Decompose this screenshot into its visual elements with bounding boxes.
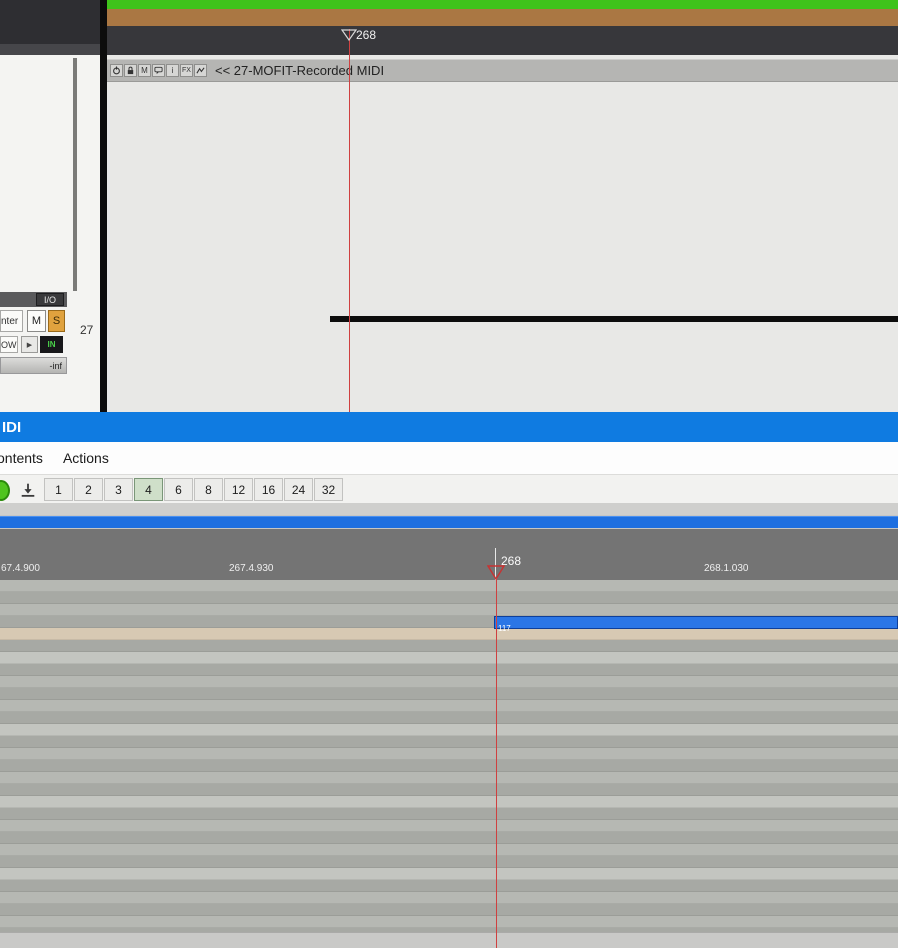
ruler-label-right: 268.1.030	[704, 563, 749, 574]
route-label: nter	[0, 310, 23, 332]
mute-icon[interactable]: M	[138, 64, 151, 77]
track-number: 27	[80, 323, 94, 337]
piano-row	[0, 856, 898, 868]
piano-roll-grid[interactable]: 117	[0, 580, 898, 932]
piano-row	[0, 676, 898, 688]
notes-icon[interactable]	[152, 64, 165, 77]
power-icon[interactable]	[110, 64, 123, 77]
piano-row	[0, 640, 898, 652]
division-button-1[interactable]: 1	[44, 478, 73, 501]
piano-row	[0, 736, 898, 748]
piano-row	[0, 760, 898, 772]
fx-icon[interactable]: FX	[180, 64, 193, 77]
media-item-strip-brown[interactable]	[107, 9, 898, 26]
division-button-4[interactable]: 4	[134, 478, 163, 501]
ruler-label-left: 67.4.900	[1, 563, 40, 574]
division-button-6[interactable]: 6	[164, 478, 193, 501]
arrange-area[interactable]: M i FX << 27-MOFIT-Recorded MIDI	[107, 55, 898, 412]
media-item-strip-green[interactable]	[107, 0, 898, 9]
toolbar-lower-strip	[0, 503, 898, 515]
piano-row	[0, 580, 898, 592]
division-button-32[interactable]: 32	[314, 478, 343, 501]
piano-row	[0, 880, 898, 892]
piano-row	[0, 592, 898, 604]
piano-row	[0, 796, 898, 808]
edit-cursor-line-arrange	[349, 29, 350, 412]
panel-divider[interactable]	[100, 0, 107, 412]
solo-button[interactable]: S	[48, 310, 65, 332]
docker-panel-edge	[0, 44, 100, 55]
midi-editor-menubar: ontents Actions	[0, 442, 898, 474]
grid-division-buttons: 1 2 3 4 6 8 12 16 24 32	[44, 478, 344, 501]
piano-row	[0, 604, 898, 616]
ruler-label-mid: 267.4.930	[229, 563, 274, 574]
piano-row	[0, 712, 898, 724]
division-button-16[interactable]: 16	[254, 478, 283, 501]
input-meter[interactable]: IN	[40, 336, 63, 353]
item-header-icons: M i FX	[110, 64, 207, 77]
item-title: << 27-MOFIT-Recorded MIDI	[215, 63, 385, 78]
piano-row	[0, 664, 898, 676]
tool-icon-partial[interactable]	[0, 480, 10, 501]
midi-editor-toolbar: 1 2 3 4 6 8 12 16 24 32	[0, 474, 898, 503]
track-control-panel: I/O nter M S OW ▶ IN -inf 27	[0, 55, 100, 412]
edit-cursor-marker-arrange[interactable]	[341, 29, 357, 41]
horizontal-scrollbar-thumb[interactable]	[0, 516, 898, 528]
piano-row	[0, 784, 898, 796]
piano-row	[0, 820, 898, 832]
lock-icon[interactable]	[124, 64, 137, 77]
arrange-cursor-position-label: 268	[356, 28, 377, 42]
midi-editor-title: IDI	[2, 418, 22, 436]
note-velocity-label: 117	[498, 624, 511, 633]
piano-row	[0, 808, 898, 820]
menu-actions[interactable]: Actions	[53, 442, 119, 474]
piano-row	[0, 904, 898, 916]
arrange-midi-note-line[interactable]	[330, 316, 898, 322]
piano-row	[0, 892, 898, 904]
piano-row	[0, 688, 898, 700]
track-name-label: OW	[0, 336, 18, 353]
envelope-icon[interactable]	[194, 64, 207, 77]
edit-cursor-line-midi	[496, 578, 497, 948]
piano-row	[0, 832, 898, 844]
bottom-scrollbar-strip[interactable]	[0, 932, 898, 948]
info-icon[interactable]: i	[166, 64, 179, 77]
mute-button[interactable]: M	[27, 310, 46, 332]
piano-row	[0, 772, 898, 784]
piano-row	[0, 916, 898, 928]
daw-window: M i FX << 27-MOFIT-Recorded MIDI I/O nte…	[0, 0, 898, 948]
piano-row	[0, 700, 898, 712]
midi-editor-titlebar[interactable]: IDI	[0, 412, 898, 442]
docker-panel	[0, 0, 100, 44]
horizontal-scrollbar-track[interactable]	[0, 515, 898, 529]
division-button-12[interactable]: 12	[224, 478, 253, 501]
piano-row	[0, 652, 898, 664]
division-button-3[interactable]: 3	[104, 478, 133, 501]
division-button-2[interactable]: 2	[74, 478, 103, 501]
piano-row	[0, 868, 898, 880]
vertical-scrollbar[interactable]	[73, 58, 77, 291]
piano-row	[0, 844, 898, 856]
dock-icon[interactable]	[16, 478, 40, 501]
volume-fader[interactable]: -inf	[0, 357, 67, 374]
io-button[interactable]: I/O	[36, 293, 64, 306]
piano-row	[0, 724, 898, 736]
monitor-button[interactable]: ▶	[21, 336, 38, 353]
menu-contents[interactable]: ontents	[0, 442, 53, 474]
piano-row	[0, 628, 898, 640]
division-button-24[interactable]: 24	[284, 478, 313, 501]
division-button-8[interactable]: 8	[194, 478, 223, 501]
midi-note[interactable]: 117	[494, 616, 898, 633]
midi-ruler[interactable]: 67.4.900 267.4.930 268.1.030 268	[0, 529, 898, 580]
piano-row	[0, 748, 898, 760]
midi-item-header[interactable]: M i FX << 27-MOFIT-Recorded MIDI	[107, 59, 898, 82]
